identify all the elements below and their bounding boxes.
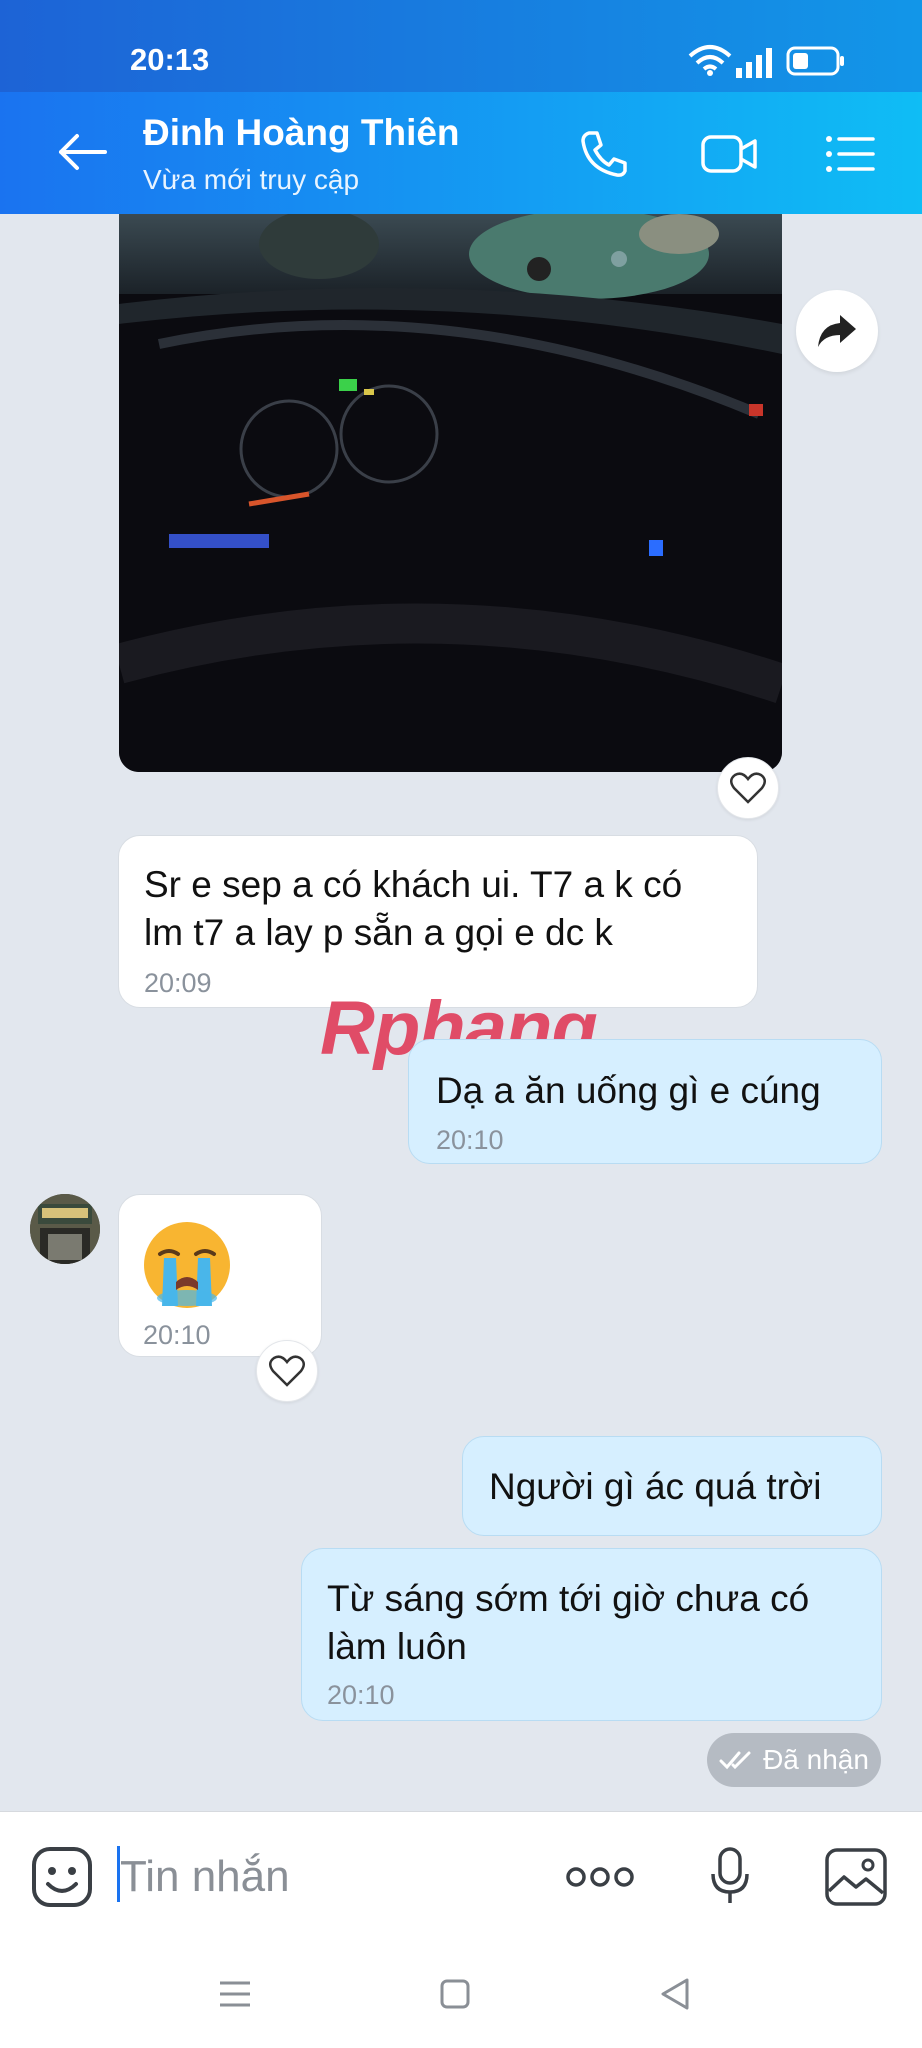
video-call-button[interactable] (694, 122, 764, 186)
avatar[interactable] (30, 1194, 100, 1264)
message-text-line2: lm t7 a lay p sẵn a gọi e dc k (144, 912, 613, 953)
signal-icon (736, 48, 772, 78)
chat-header: Đinh Hoàng Thiên Vừa mới truy cập (0, 92, 922, 214)
message-outgoing[interactable]: Người gì ác quá trời (462, 1436, 882, 1536)
message-text-line1: Sr e sep a có khách ui. T7 a k có (144, 864, 683, 905)
menu-lines-icon (220, 1981, 250, 2007)
arrow-left-icon (59, 134, 107, 170)
message-incoming[interactable]: Sr e sep a có khách ui. T7 a k có lm t7 … (118, 835, 758, 1008)
message-text-line2: làm luôn (327, 1626, 467, 1667)
message-input-placeholder: Tin nhắn (120, 1852, 290, 1901)
heart-icon (269, 1355, 305, 1387)
sticker-button[interactable] (28, 1843, 96, 1911)
back-button[interactable] (50, 120, 114, 184)
received-status-text: Đã nhận (763, 1744, 869, 1775)
more-dots-icon (566, 1867, 634, 1887)
more-options-button[interactable] (560, 1850, 640, 1904)
video-camera-icon (701, 135, 757, 173)
forward-button[interactable] (796, 290, 878, 372)
like-button[interactable] (717, 757, 779, 819)
message-time: 20:10 (143, 1320, 211, 1350)
avatar-image (30, 1194, 100, 1264)
message-text: Người gì ác quá trời (489, 1466, 822, 1507)
image-picker-button[interactable] (820, 1842, 892, 1912)
battery-icon (786, 46, 844, 76)
received-status-badge: Đã nhận (707, 1733, 881, 1787)
message-text: Dạ a ăn uống gì e cúng (436, 1070, 821, 1111)
message-incoming-emoji[interactable]: 20:10 (118, 1194, 322, 1357)
square-home-icon (440, 1979, 470, 2009)
message-input-bar: Tin nhắn (0, 1811, 922, 1942)
image-gallery-icon (825, 1848, 887, 1906)
menu-button[interactable] (818, 122, 882, 186)
message-time: 20:10 (436, 1125, 504, 1155)
triangle-back-icon (661, 1978, 689, 2010)
call-button[interactable] (572, 122, 636, 186)
photo-message[interactable] (119, 214, 782, 772)
list-menu-icon (826, 136, 875, 172)
voice-record-button[interactable] (700, 1838, 760, 1914)
home-button[interactable] (420, 1967, 490, 2021)
message-input[interactable]: Tin nhắn (116, 1832, 536, 1922)
smiley-sticker-icon (32, 1847, 92, 1907)
status-bar: 20:13 (0, 0, 922, 92)
crying-emoji-icon (144, 1222, 230, 1308)
contact-status: Vừa mới truy cập (143, 164, 360, 195)
message-text-line1: Từ sáng sớm tới giờ chưa có (327, 1578, 810, 1619)
back-nav-button[interactable] (640, 1967, 710, 2021)
microphone-icon (711, 1847, 749, 1903)
message-time: 20:10 (327, 1680, 395, 1710)
double-check-icon (719, 1751, 751, 1770)
recent-apps-button[interactable] (200, 1967, 270, 2021)
message-time: 20:09 (144, 968, 212, 998)
phone-icon (581, 131, 627, 177)
like-button[interactable] (256, 1340, 318, 1402)
message-outgoing[interactable]: Dạ a ăn uống gì e cúng 20:10 (408, 1039, 882, 1164)
share-arrow-icon (818, 315, 856, 347)
wifi-icon (688, 45, 732, 76)
car-dashboard-photo (119, 214, 782, 772)
system-nav-bar (0, 1941, 922, 2048)
heart-icon (730, 772, 766, 804)
message-outgoing[interactable]: Từ sáng sớm tới giờ chưa có làm luôn 20:… (301, 1548, 882, 1721)
contact-name[interactable]: Đinh Hoàng Thiên (143, 112, 460, 154)
status-time: 20:13 (130, 42, 210, 77)
